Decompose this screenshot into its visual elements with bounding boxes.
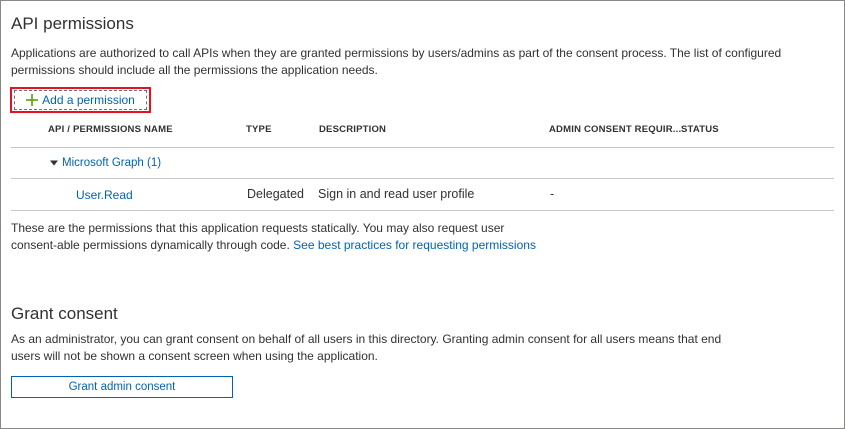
column-header-api-name: API / PERMISSIONS NAME (48, 124, 173, 135)
api-permissions-panel: API permissions Applications are authori… (0, 0, 845, 429)
grant-consent-description: As an administrator, you can grant conse… (11, 332, 722, 363)
api-permissions-title: API permissions (11, 14, 134, 33)
table-bottom-divider (11, 210, 834, 211)
add-permission-button[interactable]: Add a permission (14, 90, 147, 110)
permission-description: Sign in and read user profile (318, 187, 475, 201)
plus-icon (26, 94, 39, 106)
api-permissions-description: Applications are authorized to call APIs… (11, 46, 782, 77)
group-label: Microsoft Graph (1) (62, 157, 162, 169)
best-practices-link[interactable]: See best practices for requesting permis… (293, 238, 536, 252)
group-row-microsoft-graph[interactable]: Microsoft Graph (1) (50, 157, 161, 169)
table-header-divider (11, 147, 834, 148)
group-divider (11, 178, 834, 179)
column-header-type: TYPE (246, 124, 272, 135)
column-header-status: STATUS (681, 124, 719, 135)
permissions-footnote: These are the permissions that this appl… (11, 220, 551, 254)
permission-admin-consent: - (550, 187, 555, 201)
permission-name-link[interactable]: User.Read (76, 188, 133, 202)
column-header-description: DESCRIPTION (319, 124, 387, 135)
column-header-admin-consent: ADMIN CONSENT REQUIR... (549, 124, 682, 135)
grant-admin-consent-button[interactable]: Grant admin consent (11, 376, 233, 398)
caret-down-icon[interactable] (50, 159, 58, 167)
grant-consent-title: Grant consent (11, 304, 118, 323)
permission-type: Delegated (247, 187, 304, 201)
add-permission-label: Add a permission (42, 93, 135, 107)
